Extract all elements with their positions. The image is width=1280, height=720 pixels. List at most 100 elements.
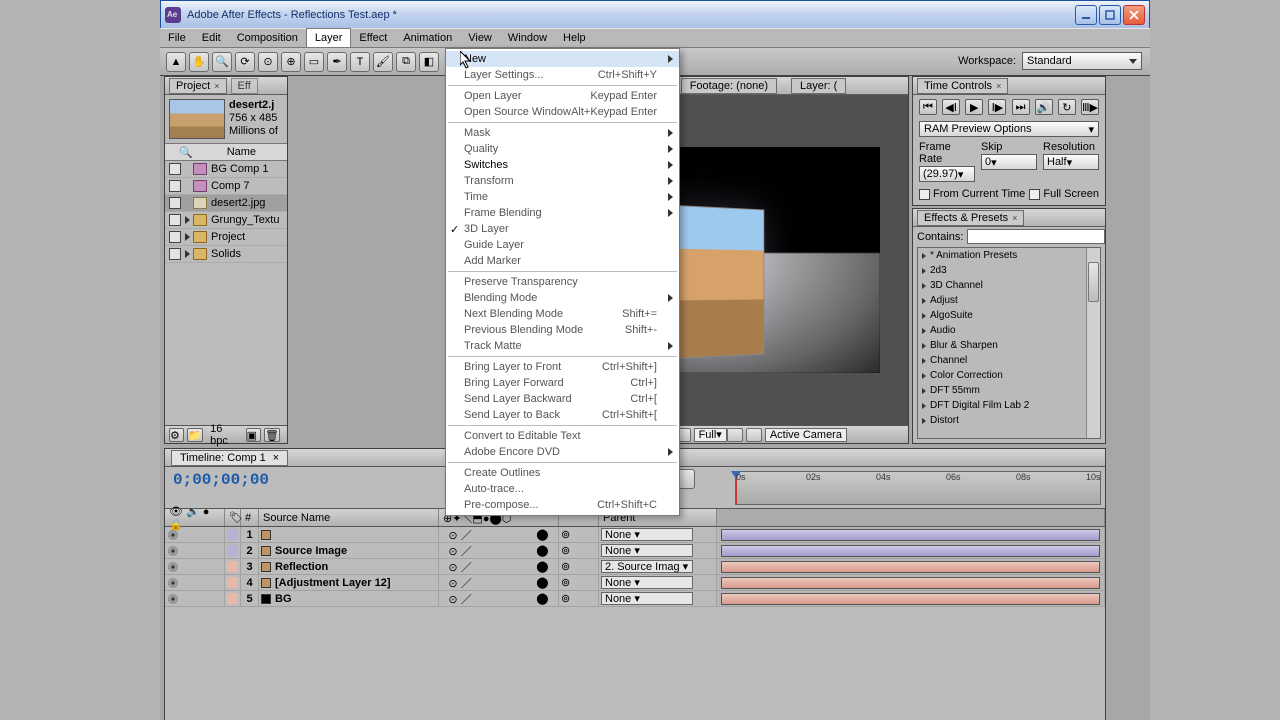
- menu-effect[interactable]: Effect: [351, 29, 395, 47]
- menu-item[interactable]: Layer Settings...Ctrl+Shift+Y: [446, 67, 679, 83]
- timeline-layer[interactable]: 2Source Image⊙ ／ ⬤⊚None ▾: [165, 543, 1105, 559]
- effect-category[interactable]: DFT Digital Film Lab 2: [918, 398, 1100, 413]
- menu-item[interactable]: Add Marker: [446, 253, 679, 269]
- source-name-header[interactable]: Source Name: [259, 509, 439, 526]
- menu-item[interactable]: Time: [446, 189, 679, 205]
- project-item[interactable]: Grungy_Textu: [165, 212, 287, 229]
- mask-tool[interactable]: ▭: [304, 52, 324, 72]
- menu-edit[interactable]: Edit: [194, 29, 229, 47]
- effect-category[interactable]: AlgoSuite: [918, 308, 1100, 323]
- last-frame-button[interactable]: ⏭: [1012, 99, 1030, 115]
- effect-category[interactable]: DFT 55mm: [918, 383, 1100, 398]
- menu-item[interactable]: Send Layer BackwardCtrl+[: [446, 391, 679, 407]
- menu-item[interactable]: Switches: [446, 157, 679, 173]
- menu-item[interactable]: Open Source WindowAlt+Keypad Enter: [446, 104, 679, 120]
- effect-category[interactable]: 2d3: [918, 263, 1100, 278]
- layer-tab[interactable]: Layer: (: [791, 78, 846, 94]
- effect-category[interactable]: Audio: [918, 323, 1100, 338]
- pen-tool[interactable]: ✒: [327, 52, 347, 72]
- menu-item[interactable]: Track Matte: [446, 338, 679, 354]
- effects-scrollbar[interactable]: [1086, 248, 1100, 438]
- menu-item[interactable]: Next Blending ModeShift+=: [446, 306, 679, 322]
- next-frame-button[interactable]: Ⅰ▶: [988, 99, 1006, 115]
- effect-category[interactable]: 3D Channel: [918, 278, 1100, 293]
- type-tool[interactable]: T: [350, 52, 370, 72]
- ram-preview-button[interactable]: Ⅲ▶: [1081, 99, 1099, 115]
- menu-item[interactable]: Adobe Encore DVD: [446, 444, 679, 460]
- audio-button[interactable]: 🔊: [1035, 99, 1053, 115]
- bit-depth[interactable]: 16 bpc: [210, 423, 242, 447]
- menu-item[interactable]: Bring Layer ForwardCtrl+]: [446, 375, 679, 391]
- play-button[interactable]: ▶: [965, 99, 983, 115]
- menu-item[interactable]: Transform: [446, 173, 679, 189]
- first-frame-button[interactable]: ⏮: [919, 99, 937, 115]
- loop-button[interactable]: ↻: [1058, 99, 1076, 115]
- menu-animation[interactable]: Animation: [395, 29, 460, 47]
- project-item[interactable]: BG Comp 1: [165, 161, 287, 178]
- timeline-tab[interactable]: Timeline: Comp 1 ×: [171, 450, 288, 466]
- parent-dropdown[interactable]: None ▾: [601, 528, 693, 541]
- effects-tab-stub[interactable]: Eff: [231, 78, 258, 94]
- menu-item[interactable]: Preserve Transparency: [446, 274, 679, 290]
- menu-item[interactable]: Blending Mode: [446, 290, 679, 306]
- menu-item[interactable]: ✓3D Layer: [446, 221, 679, 237]
- menu-item[interactable]: Mask: [446, 125, 679, 141]
- timeline-layer[interactable]: 5BG⊙ ／ ⬤⊚None ▾: [165, 591, 1105, 607]
- menu-help[interactable]: Help: [555, 29, 594, 47]
- timeline-layer[interactable]: 1⊙ ／ ⬤⊚None ▾: [165, 527, 1105, 543]
- menu-item[interactable]: Send Layer to BackCtrl+Shift+[: [446, 407, 679, 423]
- menu-file[interactable]: File: [160, 29, 194, 47]
- effect-category[interactable]: Color Correction: [918, 368, 1100, 383]
- time-ruler[interactable]: 0s02s04s06s08s10s: [735, 471, 1101, 505]
- parent-dropdown[interactable]: 2. Source Imag ▾: [601, 560, 693, 573]
- effect-category[interactable]: Distort: [918, 413, 1100, 428]
- menu-item[interactable]: Previous Blending ModeShift+-: [446, 322, 679, 338]
- resolution-dropdown[interactable]: Full ▾: [694, 428, 727, 442]
- trash-icon[interactable]: 🗑: [264, 428, 280, 442]
- project-item[interactable]: Project: [165, 229, 287, 246]
- menu-item[interactable]: Convert to Editable Text: [446, 428, 679, 444]
- zoom-tool[interactable]: 🔍: [212, 52, 232, 72]
- effects-presets-tab[interactable]: Effects & Presets×: [917, 210, 1024, 226]
- parent-dropdown[interactable]: None ▾: [601, 576, 693, 589]
- clone-tool[interactable]: ⧉: [396, 52, 416, 72]
- camera-dropdown[interactable]: Active Camera: [765, 428, 847, 442]
- new-folder-icon[interactable]: 📁: [187, 428, 203, 442]
- project-item[interactable]: Solids: [165, 246, 287, 263]
- menu-window[interactable]: Window: [500, 29, 555, 47]
- interpret-footage-icon[interactable]: ⚙: [169, 428, 184, 442]
- transparency-icon[interactable]: [746, 428, 762, 442]
- close-icon[interactable]: ×: [214, 81, 219, 91]
- menu-item[interactable]: Pre-compose...Ctrl+Shift+C: [446, 497, 679, 513]
- maximize-button[interactable]: [1099, 5, 1121, 25]
- effect-category[interactable]: Adjust: [918, 293, 1100, 308]
- frame-rate-dropdown[interactable]: (29.97) ▾: [919, 166, 975, 182]
- selection-tool[interactable]: ▲: [166, 52, 186, 72]
- menu-item[interactable]: Open LayerKeypad Enter: [446, 88, 679, 104]
- effect-category[interactable]: Channel: [918, 353, 1100, 368]
- roi-icon[interactable]: [727, 428, 743, 442]
- footage-tab[interactable]: Footage: (none): [681, 78, 777, 94]
- skip-dropdown[interactable]: 0 ▾: [981, 154, 1037, 170]
- project-item[interactable]: Comp 7: [165, 178, 287, 195]
- time-controls-tab[interactable]: Time Controls×: [917, 78, 1008, 94]
- project-item[interactable]: desert2.jpg: [165, 195, 287, 212]
- rotate-tool[interactable]: ⟳: [235, 52, 255, 72]
- camera-tool[interactable]: ⊙: [258, 52, 278, 72]
- from-current-time-checkbox[interactable]: From Current Time: [919, 188, 1025, 200]
- project-tab[interactable]: Project×: [169, 78, 227, 94]
- menu-item[interactable]: Quality: [446, 141, 679, 157]
- preview-options-dropdown[interactable]: RAM Preview Options▾: [919, 121, 1099, 137]
- name-column-header[interactable]: Name: [227, 146, 256, 158]
- close-button[interactable]: [1123, 5, 1145, 25]
- effect-category[interactable]: * Animation Presets: [918, 248, 1100, 263]
- prev-frame-button[interactable]: ◀Ⅰ: [942, 99, 960, 115]
- brush-tool[interactable]: 🖌: [373, 52, 393, 72]
- timeline-layer[interactable]: 3Reflection⊙ ／ ⬤⊚2. Source Imag ▾: [165, 559, 1105, 575]
- menu-item[interactable]: Guide Layer: [446, 237, 679, 253]
- effects-search-input[interactable]: [967, 229, 1105, 244]
- menu-item[interactable]: Create Outlines: [446, 465, 679, 481]
- menu-item[interactable]: New: [446, 51, 679, 67]
- parent-dropdown[interactable]: None ▾: [601, 592, 693, 605]
- timeline-layer[interactable]: 4[Adjustment Layer 12]⊙ ／ ⬤⊚None ▾: [165, 575, 1105, 591]
